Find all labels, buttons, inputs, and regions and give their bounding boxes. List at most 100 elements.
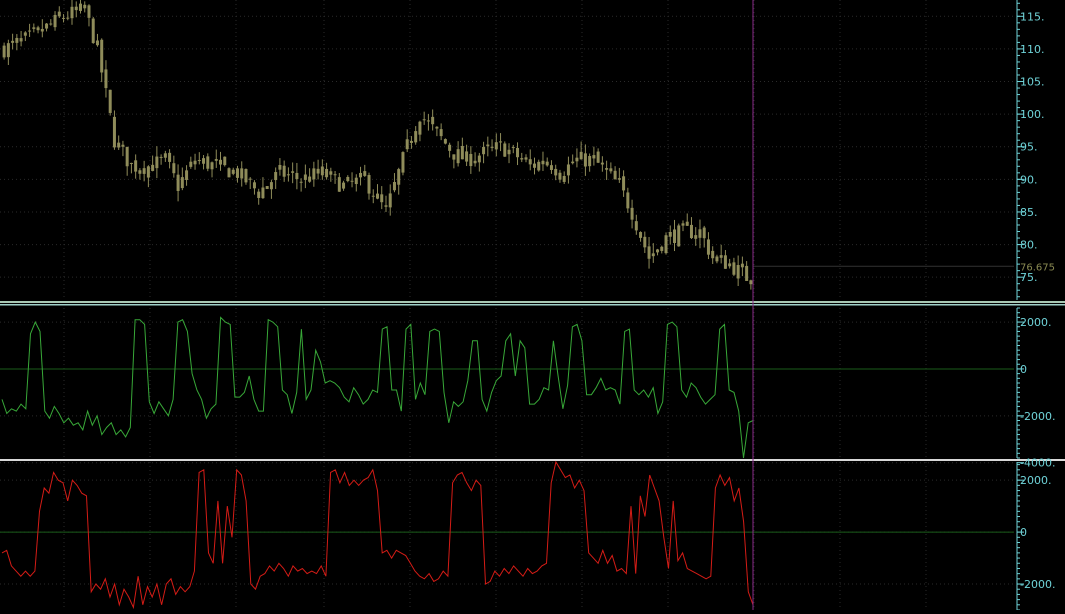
candle-body [465,151,469,162]
candle-body [494,142,498,150]
candle-body [571,161,575,164]
candle-body [723,255,727,269]
candle-body [219,159,223,165]
candle-body [108,89,112,113]
candle-body [414,131,418,143]
candle-body [325,168,329,178]
y-tick-label: -2000. [1020,410,1055,423]
candle-body [308,176,312,182]
candle-body [78,3,82,11]
candle-body [622,176,626,191]
candle-body [524,157,528,160]
y-tick-label: 2000. [1020,474,1052,487]
candle-body [189,161,193,167]
candle-body [579,151,583,160]
candle-body [320,166,324,176]
candle-body [112,116,116,148]
candle-body [677,225,681,247]
candle-body [643,236,647,248]
candle-body [477,155,481,163]
candle-body [159,156,163,158]
candle-body [19,38,23,42]
candle-body [541,160,545,165]
candle-body [146,166,150,178]
candle-body [443,139,447,144]
candle-body [592,155,596,159]
y-tick-label: 2000. [1020,316,1052,329]
candle-body [384,205,388,207]
candle-body [176,174,180,191]
candle-body [337,177,341,192]
candle-body [134,160,138,172]
candle-body [656,249,660,253]
candle-body [596,151,600,163]
candle-body [532,163,536,168]
candle-body [155,156,159,169]
candle-body [45,23,49,29]
candle-body [193,160,197,165]
candle-body [507,149,511,155]
candle-body [460,145,464,160]
candle-body [244,169,248,183]
y-tick-label: 105. [1020,76,1045,89]
candle-body [639,232,643,238]
candle-body [537,161,541,171]
candle-body [740,263,744,268]
candle-body [180,177,184,189]
candle-body [172,163,176,174]
candle-body [376,193,379,199]
candle-body [392,182,396,191]
candle-body [558,172,562,180]
candle-body [363,171,367,176]
candle-body [257,191,261,198]
candle-body [469,153,473,167]
candle-body [49,23,53,25]
candle-body [252,182,256,189]
candle-body [401,152,405,173]
candle-body [562,175,566,182]
candle-body [617,178,621,180]
candle-body [711,250,715,259]
candle-body [749,280,753,285]
y-tick-label: -4000. [1020,457,1055,470]
chart-svg[interactable]: 75.80.85.90.95.100.105.110.115.76.675200… [0,0,1065,611]
candle-body [70,6,74,19]
candle-body [473,160,477,164]
candle-body [6,43,10,58]
candle-body [575,157,579,162]
candle-body [2,45,6,58]
candle-body [91,18,95,44]
candle-body [282,165,286,177]
candle-body [694,235,698,239]
candle-body [600,162,604,165]
candle-body [367,175,371,194]
candle-body [371,195,375,197]
candle-body [397,169,401,185]
candle-body [129,162,133,164]
candle-body [329,171,333,175]
candle-body [668,232,672,237]
candle-body [380,194,384,203]
candle-body [28,30,32,32]
candle-body [350,180,354,182]
candle-body [240,168,244,179]
candle-body [426,120,430,122]
candle-body [409,140,413,143]
candle-body [706,239,710,255]
candle-body [15,37,19,43]
candle-body [685,221,689,226]
y-tick-label: 0 [1020,363,1027,376]
candle-body [40,28,44,32]
candle-body [681,223,685,226]
candle-body [53,14,57,28]
candle-body [202,158,206,164]
y-tick-label: 85. [1020,206,1038,219]
candle-body [359,172,363,178]
candle-body [57,11,61,17]
candle-body [66,17,70,19]
candle-body [431,116,435,125]
candle-body [503,143,507,157]
y-tick-label: 115. [1020,10,1045,23]
candle-body [11,40,15,43]
candle-body [511,147,515,149]
